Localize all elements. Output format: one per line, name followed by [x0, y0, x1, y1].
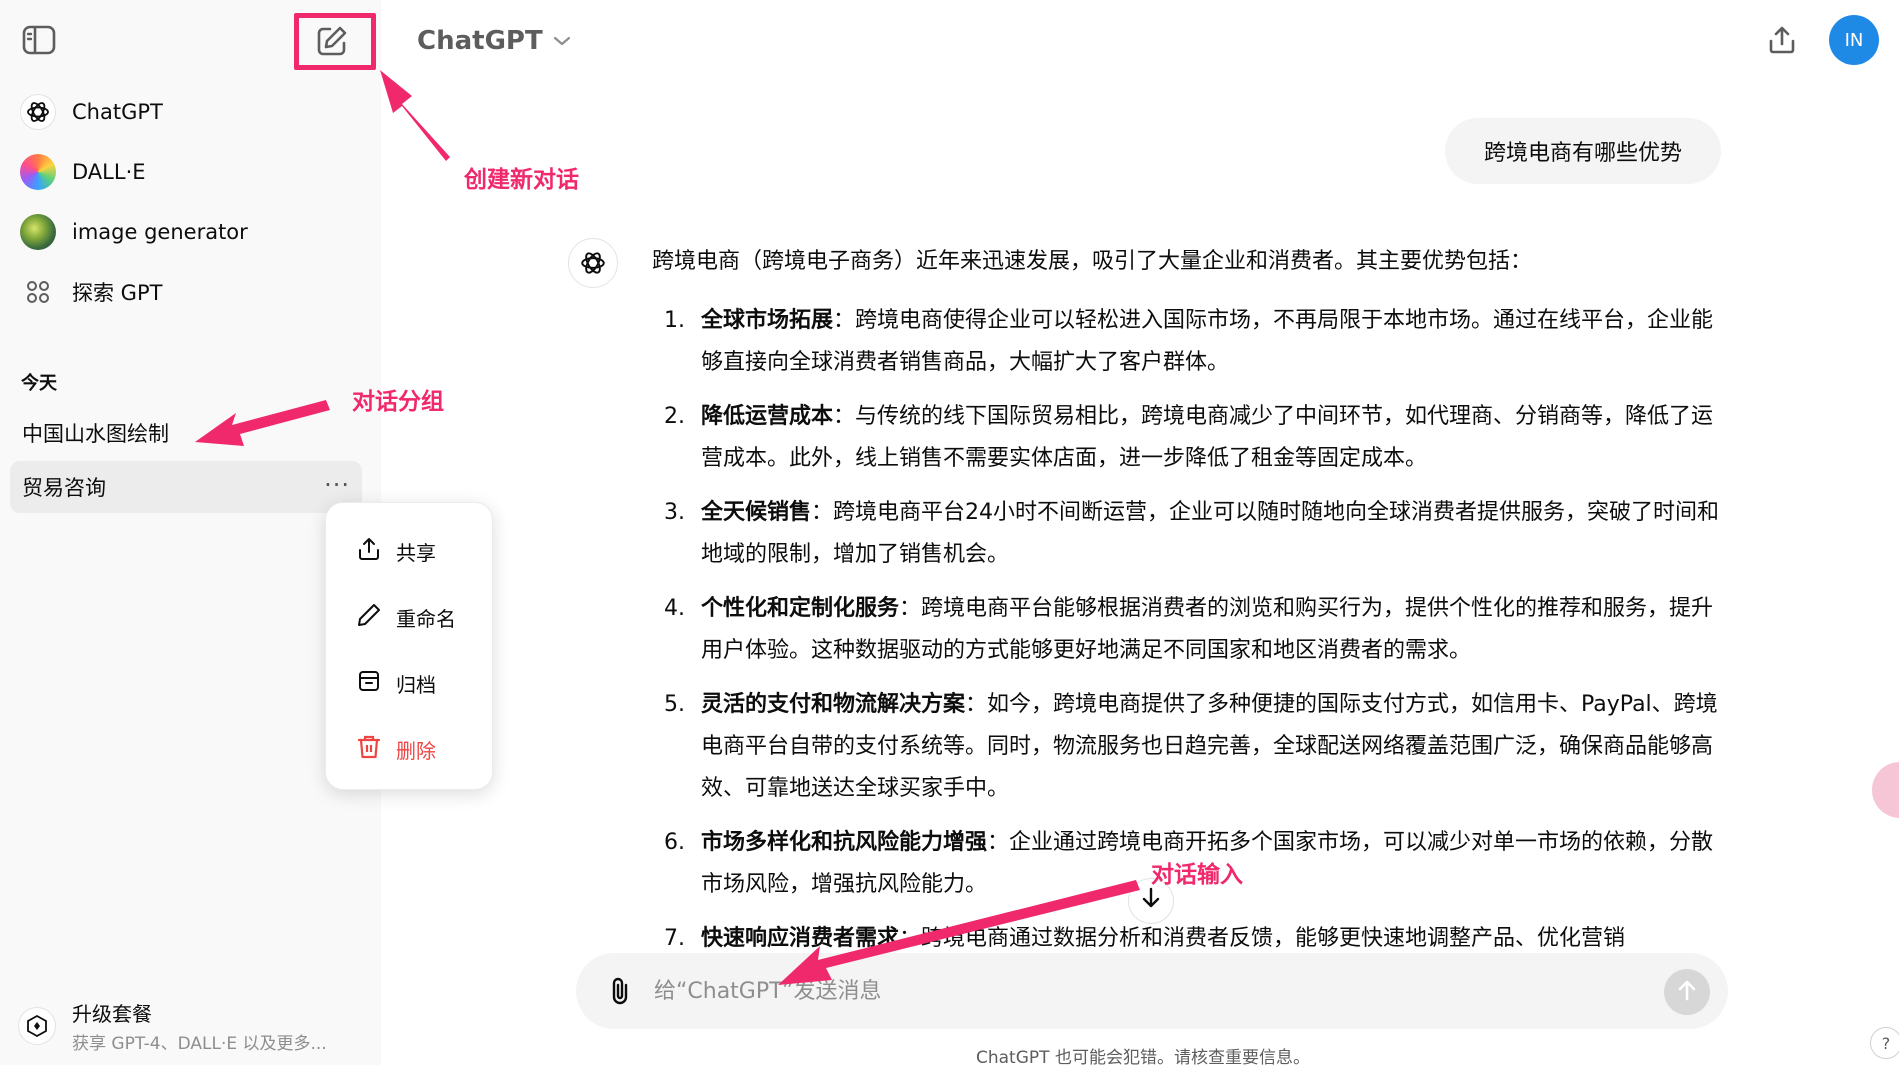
menu-item-label: 共享	[396, 540, 436, 565]
list-number: 6.	[664, 830, 685, 855]
assistant-avatar-icon	[568, 238, 618, 288]
gpt-item-explore[interactable]: 探索 GPT	[10, 266, 360, 318]
gpt-item-label: 探索 GPT	[72, 281, 163, 305]
upgrade-subtitle: 获享 GPT-4、DALL·E 以及更多...	[72, 1034, 327, 1054]
list-number: 5.	[664, 692, 685, 717]
list-item-title: 灵活的支付和物流解决方案	[701, 692, 966, 717]
gpt-item-label: ChatGPT	[72, 100, 163, 124]
pencil-icon	[356, 602, 382, 632]
upgrade-icon	[18, 1007, 56, 1045]
menu-item-share[interactable]: 共享	[356, 531, 436, 571]
list-number: 3.	[664, 500, 685, 525]
list-item: 4. 个性化和定制化服务：跨境电商平台能够根据消费者的浏览和购买行为，提供个性化的…	[652, 588, 1722, 672]
paperclip-icon[interactable]	[602, 973, 638, 1009]
gpt-item-label: image generator	[72, 220, 248, 244]
assistant-intro: 跨境电商（跨境电子商务）近年来迅速发展，吸引了大量企业和消费者。其主要优势包括：	[652, 249, 1533, 274]
share-button[interactable]	[1762, 22, 1802, 62]
list-item-title: 全球市场拓展	[701, 308, 834, 333]
message-input[interactable]	[654, 967, 1634, 1015]
side-widget[interactable]	[1872, 762, 1899, 818]
list-item-title: 个性化和定制化服务	[701, 596, 900, 621]
sidebar-toggle-icon[interactable]	[22, 25, 56, 55]
list-item: 1. 全球市场拓展：跨境电商使得企业可以轻松进入国际市场，不再局限于本地市场。通过…	[652, 300, 1722, 384]
list-item: 5. 灵活的支付和物流解决方案：如今，跨境电商提供了多种便捷的国际支付方式，如信用…	[652, 684, 1722, 810]
chat-context-menu: 共享 重命名 归档 删除	[325, 502, 493, 790]
sidebar: ChatGPT DALL·E image generator 探索 GPT 今天…	[0, 0, 381, 1065]
list-item: 2. 降低运营成本：与传统的线下国际贸易相比，跨境电商减少了中间环节，如代理商、分…	[652, 396, 1722, 480]
list-number: 4.	[664, 596, 685, 621]
gpt-item-label: DALL·E	[72, 160, 146, 184]
annotation-new-chat: 创建新对话	[464, 167, 579, 193]
menu-item-rename[interactable]: 重命名	[356, 597, 456, 637]
dalle-icon	[20, 154, 56, 190]
explore-grid-icon	[20, 274, 56, 310]
share-icon	[1766, 24, 1798, 60]
list-item-text: ：与传统的线下国际贸易相比，跨境电商减少了中间环节，如代理商、分销商等，降低了运…	[701, 404, 1714, 471]
menu-item-label: 重命名	[396, 606, 456, 631]
section-label-today: 今天	[21, 373, 57, 394]
user-message: 跨境电商有哪些优势	[1445, 118, 1721, 184]
list-number: 2.	[664, 404, 685, 429]
upgrade-plan-button[interactable]: 升级套餐 获享 GPT-4、DALL·E 以及更多...	[18, 996, 358, 1056]
list-item: 3. 全天候销售：跨境电商平台24小时不间断运营，企业可以随时随地向全球消费者提供…	[652, 492, 1722, 576]
chat-item-label: 中国山水图绘制	[22, 422, 169, 446]
model-selector[interactable]: ChatGPT	[417, 20, 571, 62]
more-options-icon[interactable]: ···	[324, 471, 350, 499]
menu-item-label: 归档	[396, 672, 436, 697]
share-icon	[356, 536, 382, 566]
list-item-text: ：跨境电商通过数据分析和消费者反馈，能够更快速地调整产品、优化营销	[899, 926, 1626, 951]
image-generator-icon	[20, 214, 56, 250]
trash-icon	[356, 734, 382, 764]
list-item-text: ：跨境电商使得企业可以轻松进入国际市场，不再局限于本地市场。通过在线平台，企业能…	[701, 308, 1714, 375]
gpt-item-image-generator[interactable]: image generator	[10, 206, 360, 258]
list-item-title: 降低运营成本	[701, 404, 834, 429]
arrow-new-chat	[380, 70, 450, 161]
menu-item-delete[interactable]: 删除	[356, 729, 436, 769]
model-name: ChatGPT	[417, 26, 543, 56]
list-item-title: 市场多样化和抗风险能力增强	[701, 830, 988, 855]
message-composer	[576, 953, 1728, 1029]
arrow-up-icon	[1676, 978, 1698, 1006]
chatgpt-logo-icon	[20, 94, 56, 130]
annotation-chat-group: 对话分组	[352, 389, 444, 415]
gpt-item-chatgpt[interactable]: ChatGPT	[10, 86, 360, 138]
annotation-chat-input: 对话输入	[1151, 862, 1243, 888]
arrow-down-icon	[1140, 886, 1162, 917]
chevron-down-icon	[553, 32, 571, 51]
list-number: 1.	[664, 308, 685, 333]
send-button[interactable]	[1664, 969, 1710, 1015]
menu-item-archive[interactable]: 归档	[356, 663, 436, 703]
chat-item-active[interactable]: 贸易咨询 ···	[10, 461, 362, 513]
list-item-title: 快速响应消费者需求	[701, 926, 900, 951]
avatar[interactable]: IN	[1829, 15, 1879, 65]
list-item-title: 全天候销售	[701, 500, 812, 525]
chat-item[interactable]: 中国山水图绘制	[10, 407, 362, 459]
gpt-item-dalle[interactable]: DALL·E	[10, 146, 360, 198]
menu-item-label: 删除	[396, 738, 436, 763]
upgrade-title: 升级套餐	[72, 1002, 152, 1026]
disclaimer-text: ChatGPT 也可能会犯错。请核查重要信息。	[976, 1048, 1310, 1065]
chat-item-label: 贸易咨询	[22, 476, 106, 500]
help-button[interactable]: ?	[1870, 1027, 1899, 1059]
archive-icon	[356, 668, 382, 698]
new-chat-icon[interactable]	[315, 24, 349, 58]
list-item-text: ：跨境电商平台24小时不间断运营，企业可以随时随地向全球消费者提供服务，突破了时…	[701, 500, 1720, 567]
